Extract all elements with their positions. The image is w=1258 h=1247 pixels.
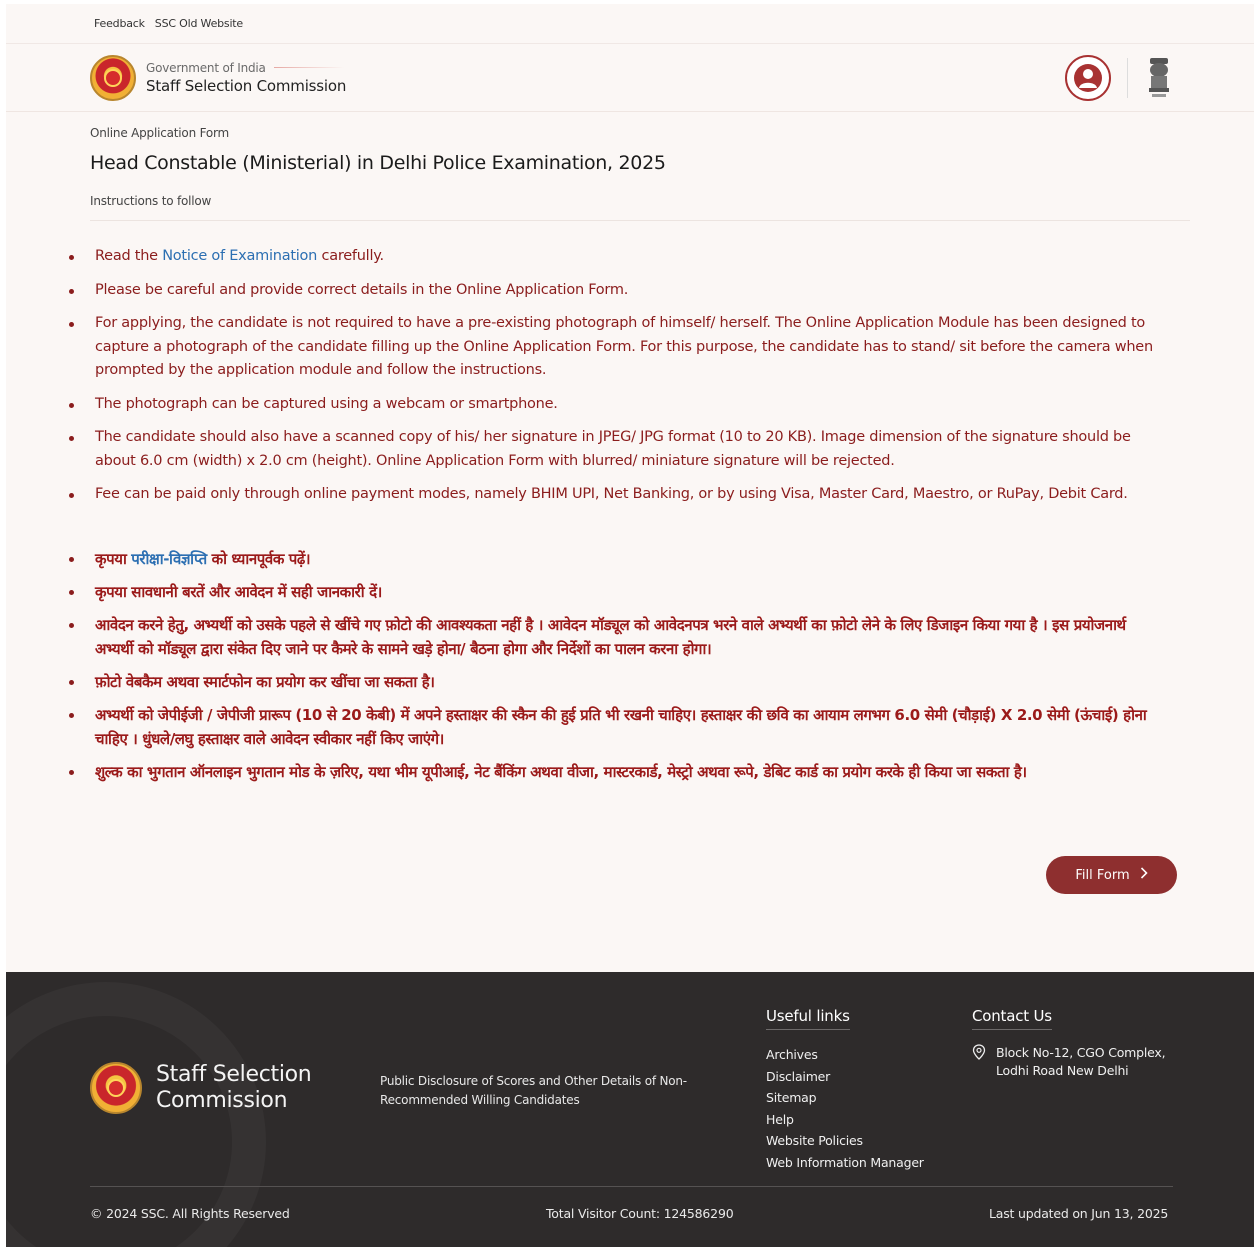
useful-links-list: Archives Disclaimer Sitemap Help Website… xyxy=(766,1044,924,1173)
visitor-count: Total Visitor Count: 124586290 xyxy=(546,1206,734,1221)
header-brand[interactable]: Government of India Staff Selection Comm… xyxy=(146,61,346,95)
ashoka-emblem-icon xyxy=(1144,55,1174,101)
footer-link-website-policies[interactable]: Website Policies xyxy=(766,1130,924,1152)
ssc-emblem-icon xyxy=(90,1062,142,1114)
fill-form-label: Fill Form xyxy=(1075,867,1130,883)
list-item: आवेदन करने हेतु, अभ्यर्थी को उसके पहले स… xyxy=(69,613,1164,661)
address-text: Block No-12, CGO Complex, Lodhi Road New… xyxy=(996,1045,1166,1078)
page-frame: Feedback SSC Old Website Government of I… xyxy=(6,4,1254,1247)
ssc-emblem-center xyxy=(107,1079,125,1097)
feedback-link[interactable]: Feedback xyxy=(94,17,145,30)
contact-address: Block No-12, CGO Complex, Lodhi Road New… xyxy=(972,1044,1186,1080)
footer-brand[interactable]: Staff Selection Commission xyxy=(90,1062,346,1114)
instruction-text: को ध्यानपूर्वक पढ़ें। xyxy=(206,549,311,568)
list-item: कृपया सावधानी बरतें और आवेदन में सही जान… xyxy=(69,580,1164,604)
footer-link-web-information-manager[interactable]: Web Information Manager xyxy=(766,1152,924,1174)
page-title: Head Constable (Ministerial) in Delhi Po… xyxy=(90,152,666,174)
fill-form-button[interactable]: Fill Form xyxy=(1046,856,1177,894)
list-item: शुल्क का भुगतान ऑनलाइन भुगतान मोड के ज़र… xyxy=(69,760,1164,784)
chevron-right-icon xyxy=(1140,867,1148,883)
notice-of-examination-link[interactable]: Notice of Examination xyxy=(162,248,317,264)
hindi-instructions-list: कृपया परीक्षा-विज्ञप्ति को ध्यानपूर्वक प… xyxy=(6,547,1254,784)
site-footer: Staff Selection Commission Public Disclo… xyxy=(6,972,1254,1247)
gov-of-india-text: Government of India xyxy=(146,60,266,75)
header-separator xyxy=(1127,57,1128,98)
top-utility-bar: Feedback SSC Old Website xyxy=(6,4,1254,44)
instructions-heading: Instructions to follow xyxy=(90,194,1190,221)
list-item: Read the Notice of Examination carefully… xyxy=(69,245,1164,269)
instruction-text: कृपया xyxy=(95,549,132,568)
location-pin-icon xyxy=(972,1044,986,1080)
copyright-text: © 2024 SSC. All Rights Reserved xyxy=(90,1206,290,1221)
english-instructions-list: Read the Notice of Examination carefully… xyxy=(6,245,1254,507)
ssc-emblem-center xyxy=(104,68,122,87)
gov-decorative-line xyxy=(273,67,344,68)
list-item: कृपया परीक्षा-विज्ञप्ति को ध्यानपूर्वक प… xyxy=(69,547,1164,571)
gov-row: Government of India xyxy=(146,61,346,75)
list-item: अभ्यर्थी को जेपीईजी / जेपीजी प्रारूप (10… xyxy=(69,703,1164,751)
notice-of-examination-hindi-link[interactable]: परीक्षा-विज्ञप्ति xyxy=(131,550,207,568)
list-item: फ़ोटो वेबकैम अथवा स्मार्टफोन का प्रयोग क… xyxy=(69,670,1164,694)
footer-link-help[interactable]: Help xyxy=(766,1109,924,1131)
footer-org-name: Staff Selection Commission xyxy=(156,1062,312,1113)
header-actions xyxy=(1065,54,1174,101)
footer-link-disclaimer[interactable]: Disclaimer xyxy=(766,1066,924,1088)
contact-heading: Contact Us xyxy=(972,1007,1052,1030)
site-header: Government of India Staff Selection Comm… xyxy=(6,44,1254,112)
list-item: For applying, the candidate is not requi… xyxy=(69,312,1164,383)
ssc-old-website-link[interactable]: SSC Old Website xyxy=(155,17,243,30)
contact-section: Contact Us Block No-12, CGO Complex, Lod… xyxy=(972,1006,1186,1080)
list-item: Please be careful and provide correct de… xyxy=(69,279,1164,303)
instruction-text: carefully. xyxy=(317,248,384,264)
list-item: The photograph can be captured using a w… xyxy=(69,393,1164,417)
org-name: Staff Selection Commission xyxy=(146,76,347,95)
form-type-label: Online Application Form xyxy=(90,126,230,140)
list-item: Fee can be paid only through online paym… xyxy=(69,483,1164,507)
last-updated: Last updated on Jun 13, 2025 xyxy=(989,1206,1169,1221)
useful-links-heading: Useful links xyxy=(766,1007,850,1030)
useful-links-section: Useful links Archives Disclaimer Sitemap… xyxy=(766,1006,924,1173)
page: Feedback SSC Old Website Government of I… xyxy=(0,0,1258,1247)
form-header: Online Application Form Head Constable (… xyxy=(6,112,1254,221)
footer-divider xyxy=(90,1186,1173,1187)
public-disclosure-link[interactable]: Public Disclosure of Scores and Other De… xyxy=(380,1072,740,1110)
user-profile-icon[interactable] xyxy=(1065,54,1111,101)
ssc-emblem-icon[interactable] xyxy=(90,54,136,101)
footer-link-archives[interactable]: Archives xyxy=(766,1044,924,1066)
footer-link-sitemap[interactable]: Sitemap xyxy=(766,1087,924,1109)
instruction-text: Read the xyxy=(95,248,163,264)
list-item: The candidate should also have a scanned… xyxy=(69,426,1164,473)
